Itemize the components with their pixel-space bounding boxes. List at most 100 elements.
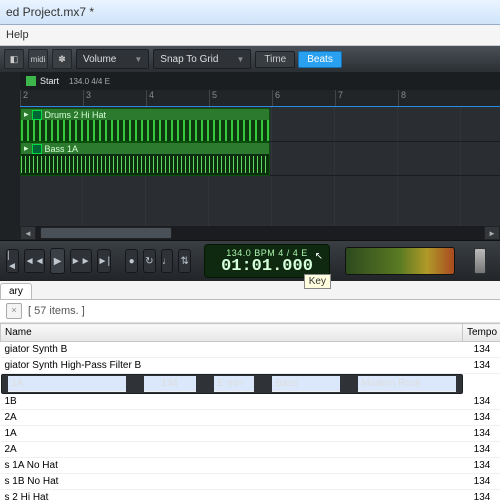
arrangement-start-bar[interactable]: Start 134.0 4/4 E (20, 72, 500, 90)
key-tooltip: Key (304, 274, 331, 289)
track-row[interactable]: ▸ Bass 1A (20, 141, 500, 176)
beats-toggle[interactable]: Beats (298, 51, 342, 68)
col-tempo[interactable]: Tempo (463, 324, 500, 342)
cell-name: 1A (8, 376, 126, 392)
record-button[interactable]: ● (125, 249, 138, 273)
clear-filter-button[interactable]: × (6, 303, 22, 319)
settings-button[interactable]: ✽ (52, 49, 72, 69)
transport-display[interactable]: 134.0 BPM 4 / 4 E 01:01.000 ↖ Key (204, 244, 330, 278)
midi-button[interactable]: midi (28, 49, 48, 69)
cell-name: 1A (1, 426, 463, 442)
table-row[interactable]: s 1A No Hat134DrumsModern Rock (1, 458, 500, 474)
cell-tempo: 134 (463, 474, 500, 490)
fast-forward-button[interactable]: ►► (70, 249, 92, 273)
window-titlebar: ed Project.mx7 * (0, 0, 500, 25)
library-filterbar: × [ 57 items. ] (0, 300, 500, 323)
start-info: 134.0 4/4 E (69, 77, 110, 86)
ruler-tick: 5 (209, 90, 217, 106)
chevron-down-icon: ▼ (134, 55, 142, 64)
table-row[interactable]: 1A 134 E min Bass Modern Rock (1, 374, 463, 394)
master-volume-slider[interactable] (466, 246, 494, 276)
rewind-button[interactable]: ◄◄ (24, 249, 46, 273)
menu-help[interactable]: Help (6, 29, 29, 41)
clip-header: ▸ Bass 1A (21, 143, 269, 154)
ruler-tick: 8 (398, 90, 406, 106)
cell-name: giator Synth B (1, 342, 463, 358)
volume-label: Volume (83, 54, 116, 65)
snap-label: Snap To Grid (160, 54, 218, 65)
table-row[interactable]: 2A134E minBassModern Rock (1, 410, 500, 426)
cell-tempo: 134 (463, 358, 500, 374)
track-header-column (0, 72, 21, 240)
snap-dropdown[interactable]: Snap To Grid▼ (153, 49, 251, 69)
start-label: Start (40, 76, 59, 86)
cell-style: Modern Rock (358, 376, 456, 392)
table-row[interactable]: s 1B No Hat134DrumsModern Rock (1, 474, 500, 490)
clip-expand-icon[interactable]: ▸ (24, 143, 29, 154)
clip[interactable]: ▸ Drums 2 Hi Hat (20, 108, 270, 142)
go-to-end-button[interactable]: ►| (97, 249, 112, 273)
table-row[interactable]: giator Synth High-Pass Filter B134E minS… (1, 358, 500, 374)
cell-tempo: 134 (463, 490, 500, 500)
transport-bar: |◄ ◄◄ ▶ ►► ►| ● ↻ ♩ ⇅ 134.0 BPM 4 / 4 E … (0, 241, 500, 281)
clip-loop-icon (32, 110, 42, 120)
scroll-left-icon[interactable]: ◄ (20, 226, 36, 240)
time-toggle[interactable]: Time (255, 51, 295, 68)
cell-inst: Bass (272, 376, 340, 392)
cell-tempo: 134 (144, 376, 196, 392)
library-table: Name Tempo Key Instrument Style giator S… (0, 323, 500, 500)
clip-expand-icon[interactable]: ▸ (24, 109, 29, 120)
library-table-wrap: Name Tempo Key Instrument Style giator S… (0, 323, 500, 500)
track-area[interactable]: ▸ Drums 2 Hi Hat ▸ Bass 1A (20, 107, 500, 226)
cell-key: E min (214, 376, 254, 392)
window-title: ed Project.mx7 * (6, 5, 94, 19)
timeline: Start 134.0 4/4 E 2345678 ▸ Drums 2 Hi H… (0, 72, 500, 241)
col-name[interactable]: Name (1, 324, 463, 342)
waveform (21, 154, 269, 175)
volume-dropdown[interactable]: Volume ▼ (76, 49, 149, 69)
table-row[interactable]: s 2 Hi Hat134DrumsModern Rock (1, 490, 500, 500)
cell-name: 1B (1, 394, 463, 410)
cell-tempo: 134 (463, 458, 500, 474)
library-count: [ 57 items. ] (28, 305, 85, 317)
clip-loop-icon (32, 144, 42, 154)
position-readout: 01:01.000 (221, 258, 313, 275)
mixer-button[interactable]: ⇅ (178, 249, 191, 273)
waveform (21, 120, 269, 141)
gear-icon: ✽ (58, 54, 66, 65)
tool-button-1[interactable]: ◧ (4, 49, 24, 69)
loop-button[interactable]: ↻ (143, 249, 156, 273)
library-tabstrip: ary (0, 281, 500, 300)
bpm-readout: 134.0 BPM 4 / 4 E (226, 248, 308, 258)
slider-handle[interactable] (474, 248, 486, 274)
clip-name: Drums 2 Hi Hat (45, 110, 107, 120)
cursor-icon: ↖ (315, 251, 323, 262)
horizontal-scrollbar[interactable]: ◄ ► (20, 226, 500, 240)
time-beats-toggle: Time Beats (255, 51, 341, 68)
cell-tempo: 134 (463, 426, 500, 442)
timeline-ruler[interactable]: 2345678 (20, 90, 500, 106)
metronome-button[interactable]: ♩ (161, 249, 174, 273)
table-row[interactable]: giator Synth B134E minSynthModern Rock (1, 342, 500, 358)
clip[interactable]: ▸ Bass 1A (20, 142, 270, 176)
track-row[interactable]: ▸ Drums 2 Hi Hat (20, 107, 500, 142)
scroll-right-icon[interactable]: ► (484, 226, 500, 240)
cell-name: 2A (1, 442, 463, 458)
ruler-tick: 3 (83, 90, 91, 106)
library-tab[interactable]: ary (0, 283, 32, 299)
go-to-start-button[interactable]: |◄ (6, 249, 19, 273)
cell-tempo: 134 (463, 342, 500, 358)
menubar: Help (0, 25, 500, 46)
table-row[interactable]: 1B134E minBassModern Rock (1, 394, 500, 410)
table-row[interactable]: 2A134E minBellModern Rock (1, 442, 500, 458)
cell-name: 2A (1, 410, 463, 426)
scroll-thumb[interactable] (40, 227, 172, 239)
ruler-tick: 2 (20, 90, 28, 106)
cell-name: s 1B No Hat (1, 474, 463, 490)
ruler-tick: 4 (146, 90, 154, 106)
cell-tempo: 134 (463, 442, 500, 458)
clip-name: Bass 1A (45, 144, 79, 154)
toolbar: ◧ midi ✽ Volume ▼ Snap To Grid▼ Time Beat… (0, 46, 500, 72)
table-row[interactable]: 1A134E minBellModern Rock (1, 426, 500, 442)
play-button[interactable]: ▶ (50, 248, 64, 274)
